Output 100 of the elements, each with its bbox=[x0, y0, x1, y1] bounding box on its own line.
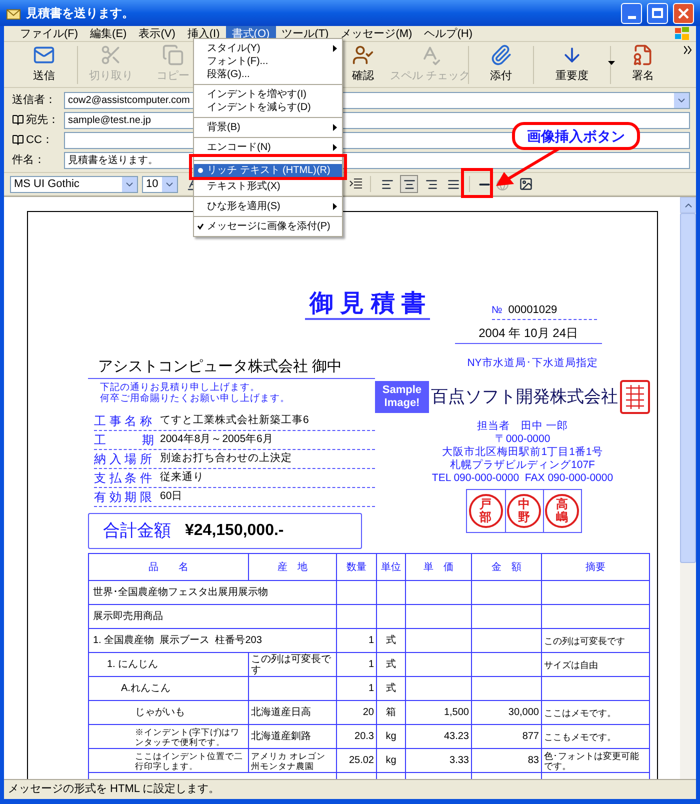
table-cell: 1 bbox=[368, 635, 374, 646]
table-cell: 83 bbox=[528, 755, 539, 766]
total-label: 合計金額 bbox=[103, 520, 171, 542]
detail-label: 有 効 期 限 bbox=[94, 489, 154, 506]
menu-item[interactable]: 表示(V) bbox=[132, 26, 182, 42]
send-button[interactable]: 送信 bbox=[12, 42, 76, 86]
table-cell: 3.33 bbox=[450, 755, 469, 766]
name-stamp: 戸部 bbox=[468, 494, 502, 528]
table-cell: 25.02 bbox=[348, 755, 374, 766]
estimate-number: 00001029 bbox=[508, 302, 558, 318]
recipient-name: アシストコンピュータ株式会社 御中 bbox=[88, 356, 375, 379]
company-name: 百点ソフト開発株式会社 bbox=[431, 386, 618, 408]
chevrons-icon[interactable] bbox=[684, 46, 692, 54]
close-icon bbox=[678, 8, 689, 18]
table-cell: 1 bbox=[368, 683, 374, 694]
align-center-button[interactable] bbox=[400, 175, 418, 193]
column-header: 単位 bbox=[381, 562, 401, 572]
column-header: 金 額 bbox=[492, 562, 522, 572]
table-cell: 30,000 bbox=[508, 707, 539, 718]
menu-item[interactable]: 編集(E) bbox=[84, 26, 133, 42]
table-cell: 1,500 bbox=[444, 707, 469, 718]
table-cell: ここもメモです。 bbox=[544, 732, 616, 742]
font-select[interactable]: MS UI Gothic bbox=[10, 176, 138, 192]
table-cell: 20.3 bbox=[354, 731, 374, 742]
menu-item[interactable]: ひな形を適用(S) bbox=[194, 196, 342, 213]
vertical-scrollbar[interactable] bbox=[680, 197, 696, 779]
dropdown-caret-icon[interactable] bbox=[608, 60, 615, 64]
table-cell: 式 bbox=[386, 635, 396, 646]
envelope-icon bbox=[33, 44, 55, 66]
status-text: メッセージの形式を HTML に設定します。 bbox=[8, 782, 220, 798]
column-header: 品 名 bbox=[148, 562, 188, 572]
column-header: 数量 bbox=[346, 562, 366, 572]
number-label: № bbox=[492, 304, 502, 318]
table-cell: kg bbox=[386, 755, 396, 766]
table-cell: 北海道産日高 bbox=[251, 707, 311, 718]
table-cell: A.れんこん bbox=[121, 683, 170, 694]
detail-value: 2004年8月～2005年6月 bbox=[160, 432, 274, 448]
estimate-date: 2004 年 10月 24日 bbox=[454, 324, 602, 344]
detail-label: 納 入 場 所 bbox=[94, 451, 154, 468]
menu-item[interactable]: 背景(B) bbox=[194, 117, 342, 134]
name-stamp: 高嶋 bbox=[545, 494, 579, 528]
maximize-button[interactable] bbox=[647, 2, 668, 24]
column-header: 単 価 bbox=[424, 562, 454, 572]
table-cell: じゃがいも bbox=[135, 707, 185, 718]
address-book-icon[interactable] bbox=[12, 114, 24, 126]
scissors-icon bbox=[100, 44, 122, 66]
menu-item[interactable]: メッセージに画像を添付(P) bbox=[194, 216, 342, 233]
greeting-text: 何卒ご用命賜りたくお願い申し上げます。 bbox=[100, 393, 291, 404]
designation-text: NY市水道局･下水道局指定 bbox=[467, 356, 598, 371]
table-cell-text: ここはインデント位置で二行印字します。 bbox=[135, 750, 244, 770]
paperclip-icon bbox=[490, 44, 512, 66]
image-icon bbox=[519, 177, 533, 191]
menu-item[interactable]: ヘルプ(H) bbox=[418, 26, 478, 42]
detail-value: 別途お打ち合わせの上決定 bbox=[160, 451, 292, 466]
detail-label: 工 期 bbox=[94, 432, 155, 449]
table-cell: 展示即売用商品 bbox=[93, 611, 163, 622]
align-left-icon bbox=[380, 178, 394, 190]
globe-icon[interactable] bbox=[496, 178, 509, 190]
table-cell: 式 bbox=[386, 683, 396, 694]
field-label: 件名： bbox=[12, 152, 45, 168]
close-button[interactable] bbox=[673, 2, 694, 24]
table-cell: kg bbox=[386, 731, 396, 742]
priority-button[interactable]: 重要度 bbox=[535, 42, 609, 86]
minimize-button[interactable] bbox=[621, 2, 642, 24]
table-cell: 箱 bbox=[386, 707, 396, 718]
document-title: 御 見 積 書 bbox=[305, 290, 430, 320]
sign-button[interactable]: 署名 bbox=[612, 42, 674, 86]
table-cell: 1. 全国農産物 展示ブース 柱番号203 bbox=[93, 635, 262, 646]
callout-label: 画像挿入ボタン bbox=[512, 122, 640, 150]
address-book-icon[interactable] bbox=[12, 134, 24, 146]
table-cell: この列は可変長です bbox=[544, 636, 625, 646]
menu-item[interactable]: テキスト形式(X) bbox=[194, 180, 342, 193]
company-seal-icon bbox=[620, 380, 650, 414]
table-cell-text: アメリカ オレゴン州モンタナ農園 bbox=[251, 750, 326, 770]
field-label: 宛先： bbox=[26, 112, 59, 128]
total-amount: ¥24,150,000.- bbox=[185, 521, 284, 541]
attach-button[interactable]: 添付 bbox=[470, 42, 532, 86]
menu-item[interactable]: リッチ テキスト (HTML)(R) bbox=[194, 160, 342, 177]
windows-logo-icon bbox=[674, 26, 690, 40]
font-size-select[interactable]: 10 bbox=[142, 176, 178, 192]
table-cell: 877 bbox=[522, 731, 539, 742]
field-label: 送信者： bbox=[12, 92, 56, 108]
menu-item[interactable]: インデントを増やす(I) bbox=[194, 84, 342, 101]
contact-line: 〒000-0000 bbox=[494, 432, 550, 446]
align-center-icon bbox=[402, 178, 416, 190]
table-cell: 20 bbox=[362, 707, 374, 718]
table-cell: 世界･全国農産物フェスタ出展用展示物 bbox=[93, 587, 268, 598]
scroll-thumb[interactable] bbox=[680, 213, 696, 563]
table-cell: 1. にんじん bbox=[107, 659, 158, 670]
sample-image-badge: Sample Image! bbox=[375, 380, 429, 413]
certificate-icon bbox=[632, 44, 654, 66]
table-cell: この列は可変長です bbox=[251, 654, 331, 676]
indent-icon[interactable] bbox=[349, 178, 363, 190]
align-justify-icon bbox=[446, 178, 460, 190]
menu-item[interactable]: ファイル(F) bbox=[14, 26, 84, 42]
menu-item[interactable]: エンコード(N) bbox=[194, 137, 342, 154]
table-cell: 式 bbox=[386, 659, 396, 670]
detail-value: てすと工業株式会社新築工事6 bbox=[160, 413, 309, 428]
table-cell: 1 bbox=[368, 659, 374, 670]
menu-item[interactable]: メッセージ(M) bbox=[334, 26, 418, 42]
